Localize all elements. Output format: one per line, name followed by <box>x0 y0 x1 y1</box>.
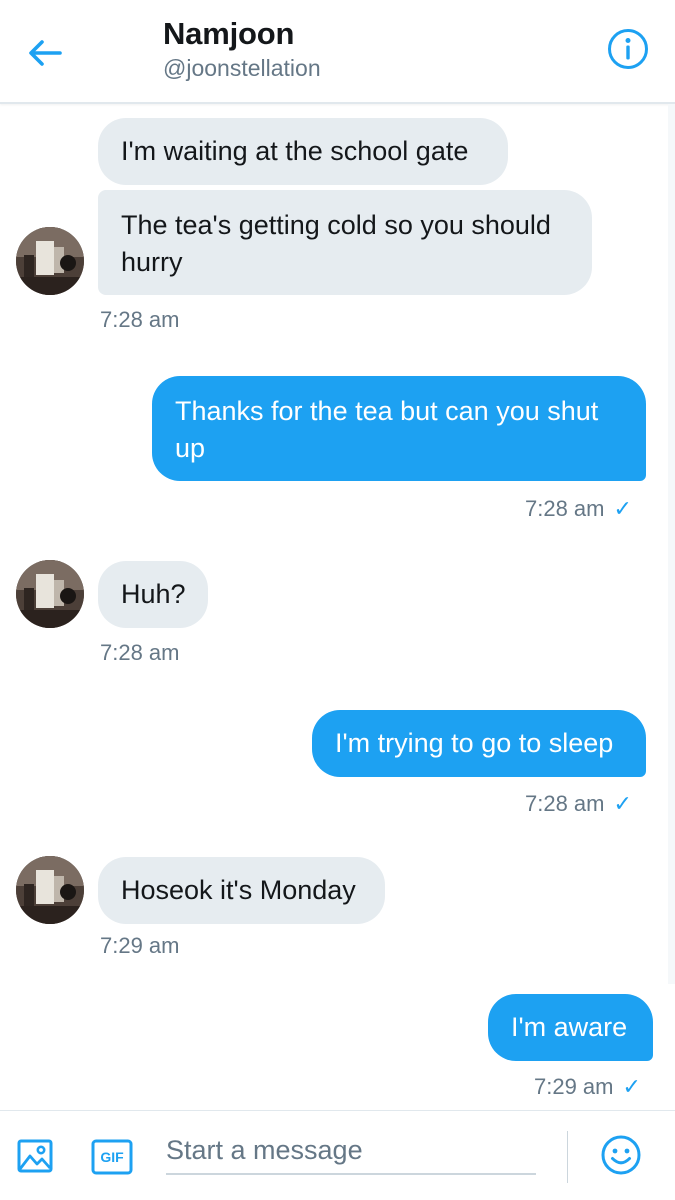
emoji-icon <box>601 1135 641 1175</box>
outgoing-message[interactable]: Thanks for the tea but can you shut up <box>152 376 646 481</box>
message-input[interactable] <box>166 1127 536 1175</box>
incoming-message[interactable]: I'm waiting at the school gate <box>98 118 508 185</box>
incoming-message[interactable]: Huh? <box>98 561 208 628</box>
avatar[interactable] <box>16 856 84 924</box>
avatar-photo-icon <box>16 227 84 295</box>
message-text: Huh? <box>121 579 186 609</box>
avatar-photo-icon <box>16 560 84 628</box>
timestamp-text: 7:28 am <box>525 496 605 521</box>
message-text: Thanks for the tea but can you shut up <box>175 396 599 463</box>
message-timestamp: 7:28 am ✓ <box>525 791 632 817</box>
outgoing-message[interactable]: I'm trying to go to sleep <box>312 710 646 777</box>
message-text: I'm aware <box>511 1012 628 1042</box>
add-image-button[interactable] <box>12 1133 58 1179</box>
back-button[interactable] <box>22 30 68 76</box>
incoming-message[interactable]: The tea's getting cold so you should hur… <box>98 190 592 295</box>
info-button[interactable] <box>606 27 650 71</box>
timestamp-text: 7:29 am <box>534 1074 614 1099</box>
avatar[interactable] <box>16 560 84 628</box>
image-icon <box>17 1139 53 1173</box>
composer-divider <box>567 1131 568 1183</box>
emoji-button[interactable] <box>597 1131 645 1179</box>
message-text: I'm trying to go to sleep <box>335 728 614 758</box>
info-icon <box>608 29 648 69</box>
read-check-icon: ✓ <box>613 791 632 816</box>
avatar[interactable] <box>16 227 84 295</box>
message-timestamp: 7:28 am <box>100 307 180 332</box>
message-composer: GIF <box>0 1110 675 1200</box>
incoming-message[interactable]: Hoseok it's Monday <box>98 857 385 924</box>
back-arrow-icon <box>29 40 62 66</box>
message-timestamp: 7:28 am ✓ <box>525 496 632 522</box>
avatar-photo-icon <box>16 856 84 924</box>
conversation-title: Namjoon <box>163 16 295 51</box>
timestamp-text: 7:28 am <box>525 791 605 816</box>
add-gif-button[interactable]: GIF <box>88 1135 136 1179</box>
message-text: Hoseok it's Monday <box>121 875 356 905</box>
scrollbar-track[interactable] <box>668 104 675 984</box>
message-text: The tea's getting cold so you should hur… <box>121 210 551 277</box>
message-timestamp: 7:29 am ✓ <box>534 1074 641 1100</box>
message-timestamp: 7:29 am <box>100 933 180 958</box>
conversation-handle: @joonstellation <box>163 55 321 81</box>
gif-label: GIF <box>100 1149 124 1165</box>
conversation-header: Namjoon @joonstellation <box>0 0 675 104</box>
outgoing-message[interactable]: I'm aware <box>488 994 653 1061</box>
read-check-icon: ✓ <box>613 496 632 521</box>
message-timestamp: 7:28 am <box>100 640 180 665</box>
message-text: I'm waiting at the school gate <box>121 136 469 166</box>
read-check-icon: ✓ <box>622 1074 641 1099</box>
